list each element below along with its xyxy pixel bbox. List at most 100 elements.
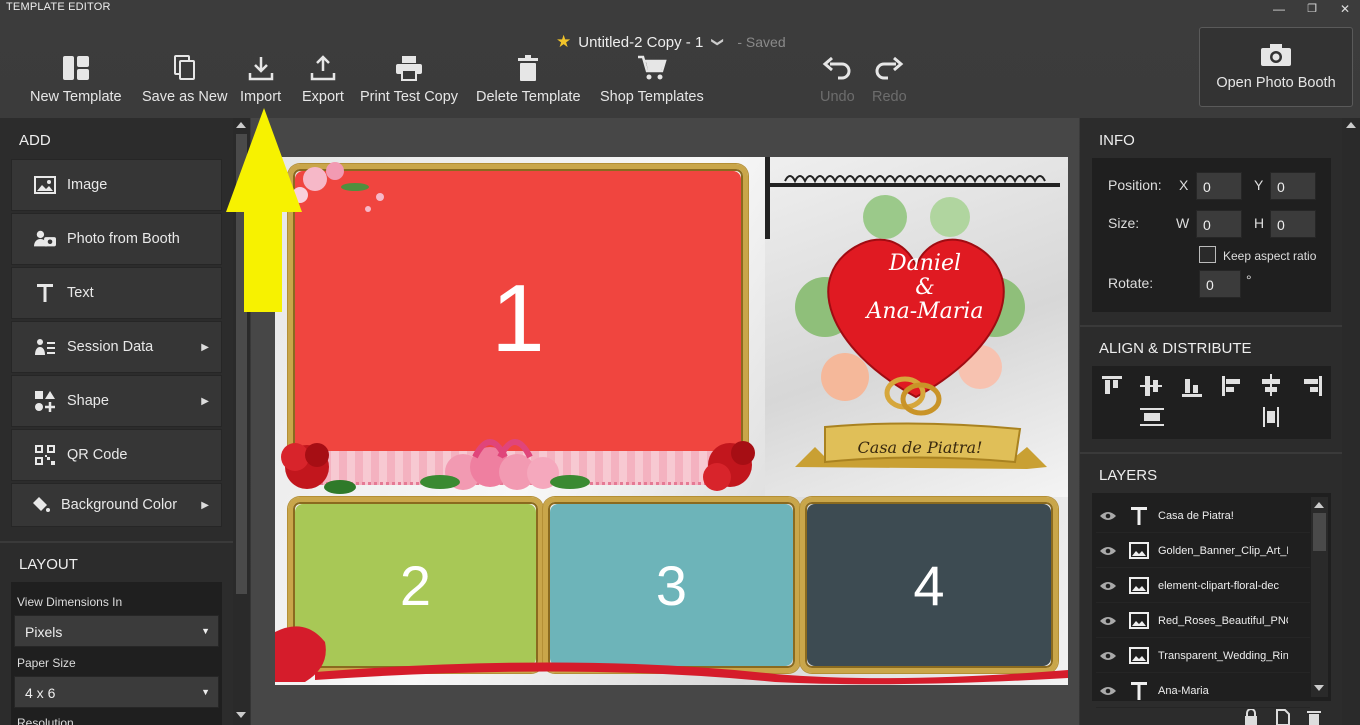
layer-row[interactable]: Red_Roses_Beautiful_PNG [1096,604,1310,638]
chevron-down-icon[interactable]: ❯ [711,37,725,47]
heart-name-2: Ana-Maria [866,299,984,324]
delete-template-label: Delete Template [476,89,581,105]
paper-size-select[interactable]: 4 x 6 ▼ [14,676,219,708]
add-shape-button[interactable]: Shape ▶ [11,375,222,427]
eye-icon[interactable] [1096,651,1120,661]
layer-row[interactable]: element-clipart-floral-dec [1096,569,1310,603]
template-canvas[interactable]: 1 Daniel & Ana-Maria Casa de Piatra! 2 3… [275,157,1068,685]
undo-icon [823,56,851,80]
eye-icon[interactable] [1096,686,1120,696]
close-icon[interactable]: ✕ [1332,0,1358,18]
add-text-button[interactable]: Text [11,267,222,319]
layer-row[interactable]: Ana-Maria [1096,674,1310,708]
new-template-button[interactable]: New Template [30,55,122,105]
view-dimensions-select[interactable]: Pixels ▼ [14,615,219,647]
scroll-up-icon[interactable] [1314,502,1324,508]
layer-row[interactable]: Transparent_Wedding_Rin [1096,639,1310,673]
size-label: Size: [1108,215,1140,231]
redo-button[interactable]: Redo [872,55,907,105]
align-left-icon [1222,376,1240,396]
size-w-input[interactable]: 0 [1196,210,1242,238]
scroll-up-icon[interactable] [1346,122,1356,128]
align-center-icon [1262,374,1280,396]
trash-icon [518,55,539,81]
divider [1080,452,1342,454]
align-top-icon [1102,376,1122,394]
add-session-data-label: Session Data [67,339,154,355]
camera-people-icon [34,230,56,247]
view-dimensions-label: View Dimensions In [17,595,123,609]
heart-ampersand: & [915,275,935,300]
heart-name-1: Daniel [888,251,961,276]
rotate-input[interactable]: 0 [1199,270,1241,298]
delete-template-button[interactable]: Delete Template [476,55,581,105]
import-button[interactable]: Import [240,55,281,105]
add-qr-code-button[interactable]: QR Code [11,429,222,481]
position-x-input[interactable]: 0 [1196,172,1242,200]
session-data-icon [35,339,55,355]
layer-row[interactable]: Casa de Piatra! [1096,499,1310,533]
save-as-new-button[interactable]: Save as New [142,55,227,105]
size-h-input[interactable]: 0 [1270,210,1316,238]
eye-icon[interactable] [1096,511,1120,521]
document-title-bar[interactable]: ★ Untitled-2 Copy - 1 ❯ - Saved [556,32,786,52]
view-dimensions-value: Pixels [25,624,63,640]
scroll-thumb[interactable] [1313,513,1326,551]
duplicate-icon[interactable] [1276,709,1290,725]
eye-icon[interactable] [1096,581,1120,591]
keep-aspect-ratio-label: Keep aspect ratio [1223,249,1317,263]
new-template-label: New Template [30,89,122,105]
print-test-copy-button[interactable]: Print Test Copy [360,55,458,105]
open-photo-booth-button[interactable]: Open Photo Booth [1199,27,1353,107]
export-label: Export [302,89,344,105]
position-y-input[interactable]: 0 [1270,172,1316,200]
background-color-button[interactable]: Background Color ▶ [11,483,222,527]
paint-bucket-icon [33,497,50,512]
restore-icon[interactable]: ❐ [1299,0,1325,18]
text-icon [37,284,53,302]
printer-icon [396,56,423,81]
title-bar: TEMPLATE EDITOR — ❐ ✕ [0,0,1360,18]
add-shape-label: Shape [67,393,109,409]
scroll-down-icon[interactable] [236,712,246,718]
add-photo-from-booth-button[interactable]: Photo from Booth [11,213,222,265]
x-label: X [1179,177,1189,193]
eye-icon[interactable] [1096,546,1120,556]
add-session-data-button[interactable]: Session Data ▶ [11,321,222,373]
cart-icon [637,55,667,80]
layers-scrollbar[interactable] [1311,497,1328,697]
add-heading: ADD [19,132,51,149]
degree-symbol: ° [1246,272,1252,288]
align-buttons [1102,374,1322,427]
caret-down-icon: ▼ [201,626,210,636]
eye-icon[interactable] [1096,616,1120,626]
redo-label: Redo [872,89,907,105]
layer-row[interactable]: Golden_Banner_Clip_Art_P [1096,534,1310,568]
add-image-button[interactable]: Image [11,159,222,211]
banner-text[interactable]: Casa de Piatra! [825,438,1015,457]
minimize-icon[interactable]: — [1266,0,1292,18]
keep-aspect-ratio-checkbox[interactable] [1199,246,1216,263]
undo-label: Undo [820,89,855,105]
right-panel-scrollbar[interactable] [1342,118,1360,725]
delete-layer-icon[interactable] [1307,709,1321,725]
layer-name: Ana-Maria [1158,684,1209,697]
export-button[interactable]: Export [302,55,344,105]
layout-heading: LAYOUT [19,556,78,573]
distribute-horizontal-icon [1263,407,1279,427]
image-layer-icon [1128,542,1150,559]
open-photo-booth-label: Open Photo Booth [1216,75,1336,91]
roses-decoration [281,439,755,494]
download-icon [248,57,273,81]
heart-text[interactable]: Daniel & Ana-Maria [845,252,1005,324]
shop-templates-button[interactable]: Shop Templates [600,55,704,105]
layer-name: Transparent_Wedding_Rin [1158,649,1288,662]
star-icon[interactable]: ★ [556,32,571,52]
upload-icon [310,55,336,81]
distribute-vertical-icon [1140,408,1164,426]
lock-icon[interactable] [1244,709,1258,725]
copy-icon [173,55,195,80]
undo-button[interactable]: Undo [820,55,855,105]
scroll-down-icon[interactable] [1314,685,1324,691]
camera-icon [1261,44,1291,66]
